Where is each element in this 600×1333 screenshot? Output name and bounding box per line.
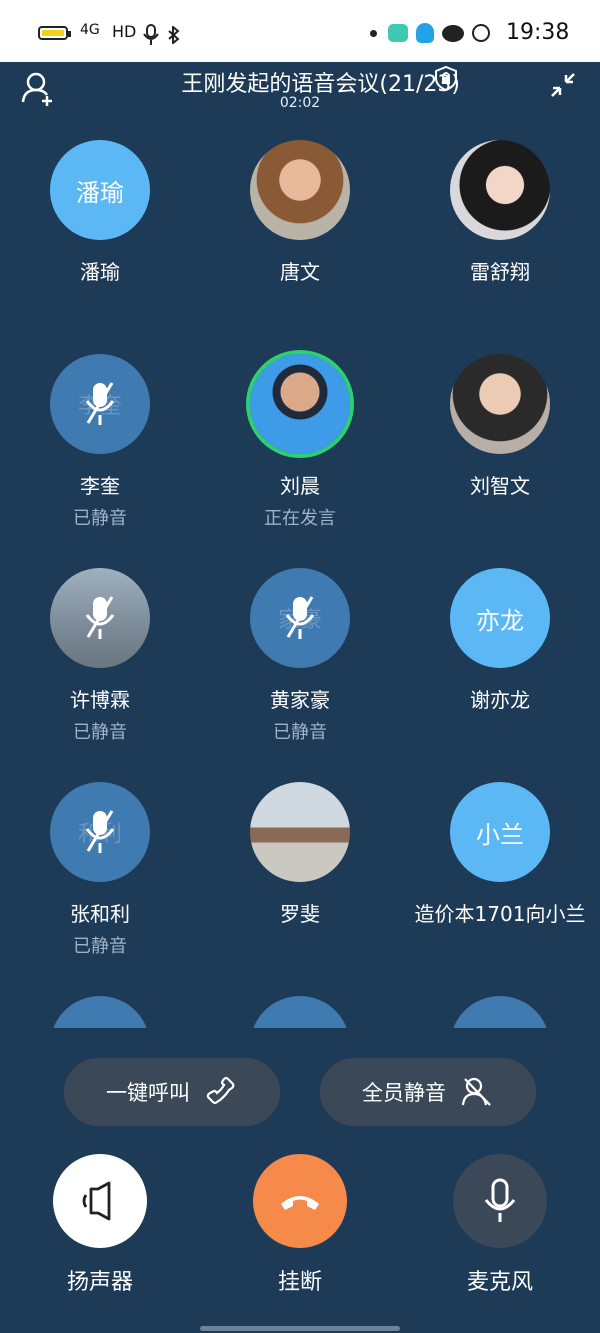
avatar: 潘瑜 — [50, 140, 150, 240]
participant-tile[interactable]: 许博霖 已静音 — [0, 550, 200, 764]
network-type: HD — [112, 22, 137, 41]
participant-status: 正在发言 — [264, 508, 336, 529]
participant-name: 雷舒翔 — [470, 260, 530, 284]
avatar — [450, 354, 550, 454]
participant-name: 许博霖 — [70, 688, 130, 712]
call-timer: 02:02 — [279, 95, 321, 111]
message-app-icon — [388, 24, 408, 42]
participant-tile[interactable]: 家豪 黄家豪 已静音 — [200, 550, 400, 764]
participant-tile[interactable]: 潘瑜 潘瑜 — [0, 122, 200, 336]
mic-muted-icon — [85, 382, 115, 425]
minimize-icon[interactable] — [548, 70, 578, 100]
speaker-button[interactable] — [53, 1154, 147, 1248]
participant-tile[interactable]: 和利 张和利 已静音 — [0, 764, 200, 978]
notification-dot — [370, 30, 377, 37]
participant-tile[interactable]: 李奎 李奎 已静音 — [0, 336, 200, 550]
participant-status: 已静音 — [73, 936, 127, 957]
signal-indicator: 4G — [80, 22, 100, 38]
participant-name: 刘智文 — [470, 474, 530, 498]
hangup-button[interactable] — [253, 1154, 347, 1248]
avatar: 小兰 — [450, 782, 550, 882]
participant-tile[interactable]: 刘智文 — [400, 336, 600, 550]
wechat-icon — [442, 25, 464, 42]
page-title: 王刚发起的语音会议(21/23) — [181, 72, 460, 97]
mute-all-button[interactable]: 全员静音 — [320, 1058, 536, 1126]
call-all-label: 一键呼叫 — [106, 1081, 190, 1105]
participant-tile[interactable] — [0, 978, 200, 1028]
participant-tile[interactable]: 亦龙 谢亦龙 — [400, 550, 600, 764]
participant-name: 谢亦龙 — [470, 688, 530, 712]
participant-tile[interactable]: 罗斐 — [200, 764, 400, 978]
mic-muted-icon — [85, 596, 115, 639]
microphone-label: 麦克风 — [466, 1270, 533, 1295]
participant-tile[interactable]: 小兰 造价本1701向小兰 — [400, 764, 600, 978]
speaker-icon — [82, 1181, 111, 1221]
avatar — [50, 996, 150, 1028]
qq-icon — [416, 23, 434, 43]
participant-tile[interactable]: 唐文 — [200, 122, 400, 336]
avatar: 家豪 — [250, 568, 350, 668]
participant-name: 罗斐 — [280, 902, 320, 926]
mute-all-label: 全员静音 — [362, 1081, 446, 1105]
clock: 19:38 — [506, 20, 570, 45]
speaker-label: 扬声器 — [66, 1270, 133, 1295]
home-indicator[interactable] — [200, 1326, 400, 1331]
app-icon — [472, 24, 490, 42]
participant-name: 李奎 — [80, 474, 120, 498]
mic-status-icon — [143, 24, 159, 45]
avatar: 和利 — [50, 782, 150, 882]
hangup-control[interactable]: 挂断 — [220, 1154, 380, 1304]
avatar — [450, 996, 550, 1028]
avatar — [450, 140, 550, 240]
participant-name: 唐文 — [280, 260, 320, 284]
status-bar: 4G HD 19:38 — [0, 0, 600, 62]
participant-tile[interactable]: 刘晨 正在发言 — [200, 336, 400, 550]
hangup-label: 挂断 — [277, 1270, 322, 1295]
phone-icon — [206, 1076, 235, 1105]
participant-name: 张和利 — [70, 902, 130, 926]
mic-muted-icon — [285, 596, 315, 639]
hangup-icon — [281, 1196, 319, 1210]
mute-all-icon — [461, 1077, 491, 1106]
participant-name: 刘晨 — [280, 474, 320, 498]
participant-status: 已静音 — [73, 722, 127, 743]
call-header: 王刚发起的语音会议(21/23) 02:02 — [0, 62, 600, 122]
microphone-button[interactable] — [453, 1154, 547, 1248]
participant-name: 黄家豪 — [270, 688, 330, 712]
avatar — [250, 996, 350, 1028]
microphone-control[interactable]: 麦克风 — [420, 1154, 580, 1304]
microphone-icon — [484, 1178, 516, 1222]
participant-name: 造价本1701向小兰 — [414, 902, 586, 926]
participant-name: 潘瑜 — [80, 260, 120, 284]
avatar — [250, 782, 350, 882]
call-all-button[interactable]: 一键呼叫 — [64, 1058, 280, 1126]
avatar: 李奎 — [50, 354, 150, 454]
participant-tile[interactable] — [200, 978, 400, 1028]
avatar — [50, 568, 150, 668]
bluetooth-icon — [168, 26, 180, 44]
participant-status: 已静音 — [73, 508, 127, 529]
participant-tile[interactable] — [400, 978, 600, 1028]
speaker-control[interactable]: 扬声器 — [20, 1154, 180, 1304]
participant-status: 已静音 — [273, 722, 327, 743]
avatar — [250, 140, 350, 240]
participant-tile[interactable]: 雷舒翔 — [400, 122, 600, 336]
avatar: 亦龙 — [450, 568, 550, 668]
participant-grid: 潘瑜 潘瑜 唐文 雷舒翔 李奎 李奎 已静音 刘晨 正在发言 刘智文 — [0, 122, 600, 1028]
mic-muted-icon — [85, 810, 115, 853]
avatar — [246, 350, 354, 458]
battery-icon — [38, 26, 71, 40]
